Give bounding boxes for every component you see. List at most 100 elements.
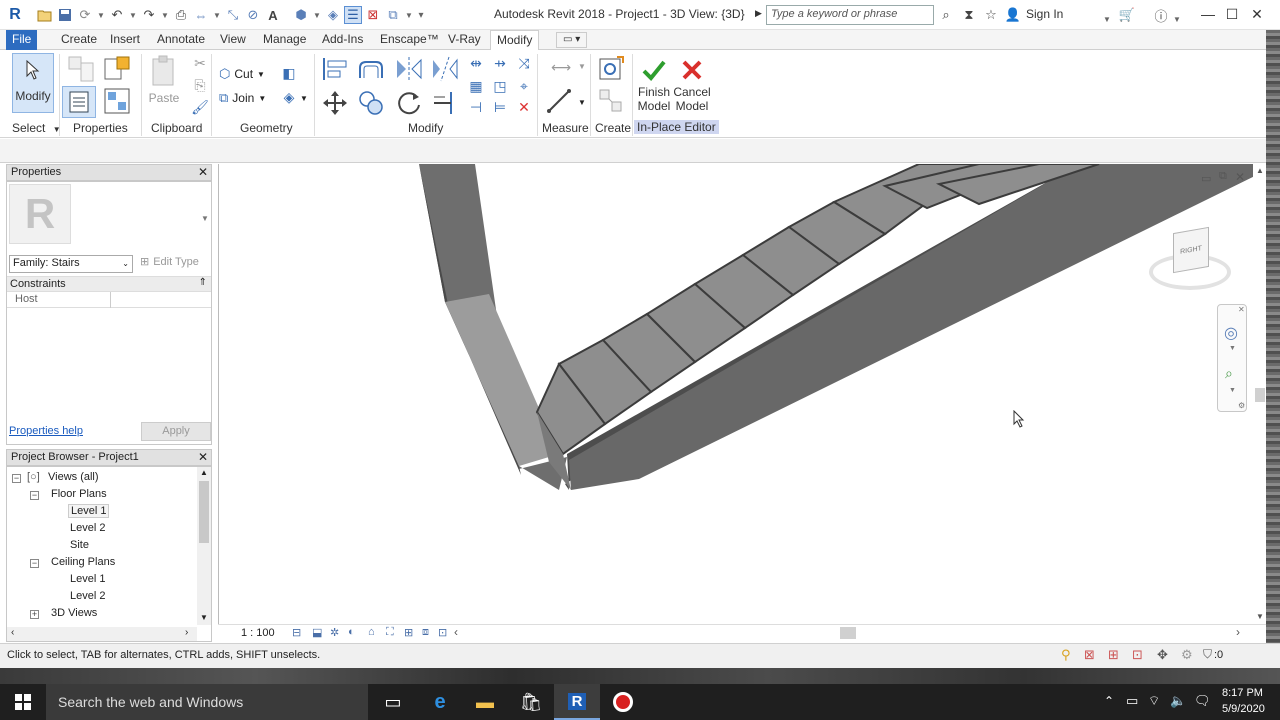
show-crop-icon[interactable]: ⊞ xyxy=(404,626,413,639)
view-minimize-icon[interactable]: ▭ xyxy=(1201,172,1211,185)
task-view-icon[interactable]: ▭ xyxy=(370,684,416,720)
close-icon[interactable]: ✕ xyxy=(198,165,208,179)
binoculars-icon[interactable]: ⌕ xyxy=(937,6,955,24)
tab-enscape[interactable]: Enscape™ xyxy=(374,30,445,50)
undo-icon[interactable]: ↶ xyxy=(108,6,126,24)
chevron-down-icon[interactable]: ▼ xyxy=(160,6,170,24)
file-explorer-icon[interactable]: ▬ xyxy=(462,684,508,720)
chevron-down-icon[interactable]: ▼ xyxy=(96,6,106,24)
copy-clipboard-icon[interactable]: ⎘ xyxy=(190,76,210,94)
tray-power-icon[interactable]: ▭ xyxy=(1126,693,1138,709)
chevron-down-icon[interactable]: ▼ xyxy=(1229,387,1236,394)
move-icon[interactable] xyxy=(320,88,350,118)
scroll-right-icon[interactable]: › xyxy=(185,627,188,638)
type-selector-preview[interactable]: R xyxy=(9,184,71,244)
tray-volume-icon[interactable]: 🔈 xyxy=(1170,693,1186,709)
dimension-icon[interactable]: ⤡ xyxy=(224,6,242,24)
scroll-down-icon[interactable]: ▼ xyxy=(200,613,208,622)
user-icon[interactable]: 👤 xyxy=(1004,6,1022,24)
cut-geometry-button[interactable]: ⬡ Cut ▼ xyxy=(219,66,265,82)
save-icon[interactable] xyxy=(56,6,74,24)
trim-multiple-icon[interactable]: ⊨ xyxy=(490,98,510,116)
properties-palette-icon[interactable] xyxy=(62,86,96,118)
chevron-down-icon[interactable]: ▼ xyxy=(212,6,222,24)
close-icon[interactable]: ✕ xyxy=(1238,305,1245,314)
tree-item-ceiling-level-2[interactable]: Level 2 xyxy=(70,590,105,602)
zoom-region-icon[interactable]: ⌕ xyxy=(1225,365,1233,382)
minimize-button[interactable]: — xyxy=(1196,4,1220,24)
help-icon[interactable]: ⓘ xyxy=(1152,6,1170,24)
temporary-hide-icon[interactable]: ⧈ xyxy=(422,626,429,639)
tab-modify[interactable]: Modify xyxy=(490,30,540,51)
join-geometry-button[interactable]: ⧉ Join ▼ xyxy=(219,90,266,106)
tray-chevron-up-icon[interactable]: ⌃ xyxy=(1104,694,1114,708)
text-icon[interactable]: A xyxy=(264,6,282,24)
tab-view[interactable]: View xyxy=(214,30,252,50)
reveal-hidden-icon[interactable]: ⊡ xyxy=(438,626,447,639)
3d-viewport[interactable]: ▭ ⧉ ✕ RIGHT ✕ ◎ ▼ ⌕ ▼ ⚙ ▲ ▼ xyxy=(218,164,1266,624)
select-pinned-icon[interactable]: ⊞ xyxy=(1108,647,1119,663)
chevron-down-icon[interactable]: ▼ xyxy=(1102,10,1112,28)
tree-item-floor-level-1[interactable]: Level 1 xyxy=(68,504,110,518)
edit-type-button[interactable]: ⊞ Edit Type xyxy=(140,255,199,269)
viewcube[interactable]: RIGHT xyxy=(1149,226,1231,294)
family-select[interactable]: Family: Stairs ⌄ xyxy=(9,255,133,273)
tray-network-icon[interactable]: ⌔ xyxy=(1148,693,1160,709)
demolish-icon[interactable]: ◈ xyxy=(279,88,299,106)
taskbar-search-box[interactable]: Search the web and Windows xyxy=(46,684,368,720)
family-types-icon[interactable] xyxy=(102,54,132,84)
thin-lines-icon[interactable]: ☰ xyxy=(344,6,362,24)
create-similar-icon[interactable] xyxy=(596,54,626,84)
windows-start-button[interactable] xyxy=(0,684,46,720)
tree-item-views-all[interactable]: Views (all) xyxy=(48,471,99,483)
scale-icon[interactable]: ◳ xyxy=(490,77,510,95)
viewcube-right-face[interactable]: RIGHT xyxy=(1173,226,1209,274)
cancel-model-button[interactable]: Cancel Model xyxy=(673,55,711,117)
chevron-down-icon[interactable]: ▼ xyxy=(312,6,322,24)
maximize-button[interactable]: ☐ xyxy=(1220,4,1244,24)
sign-in-link[interactable]: Sign In xyxy=(1026,7,1063,21)
tree-horizontal-scrollbar[interactable]: ‹ › xyxy=(7,627,197,641)
tree-item-ceiling-level-1[interactable]: Level 1 xyxy=(70,573,105,585)
aligned-dimension-icon[interactable] xyxy=(544,86,574,116)
offset-icon[interactable] xyxy=(356,54,386,84)
customize-qat-icon[interactable]: ▾ xyxy=(416,6,426,24)
tray-time[interactable]: 8:17 PM xyxy=(1222,687,1263,699)
tray-date[interactable]: 5/9/2020 xyxy=(1222,703,1265,715)
close-icon[interactable]: ✕ xyxy=(198,450,208,464)
view-close-icon[interactable]: ✕ xyxy=(1235,170,1245,184)
tree-item-floor-plans[interactable]: Floor Plans xyxy=(51,488,107,500)
ribbon-display-toggle[interactable]: ▭ ▾ xyxy=(556,32,588,48)
revit-app-icon[interactable]: R xyxy=(6,6,24,24)
section-icon[interactable]: ◈ xyxy=(324,6,342,24)
tag-icon[interactable]: ⊘ xyxy=(244,6,262,24)
revit-taskbar-icon[interactable]: R xyxy=(554,684,600,720)
collapse-toggle[interactable]: − xyxy=(30,559,39,568)
tree-item-floor-level-2[interactable]: Level 2 xyxy=(70,522,105,534)
drag-elements-icon[interactable]: ✥ xyxy=(1157,647,1168,663)
filter-icon[interactable]: ⛉ xyxy=(1203,647,1212,662)
cart-icon[interactable]: 🛒 xyxy=(1118,6,1136,24)
tab-create[interactable]: Create xyxy=(55,30,103,50)
array-icon[interactable]: ▦ xyxy=(466,77,486,95)
store-icon[interactable]: 🛍 xyxy=(508,684,554,720)
steering-wheel-icon[interactable]: ◎ xyxy=(1224,323,1238,343)
tab-insert[interactable]: Insert xyxy=(104,30,146,50)
modify-select-button[interactable]: Modify xyxy=(12,53,54,113)
match-properties-icon[interactable]: 🖌 xyxy=(190,98,210,116)
sun-path-icon[interactable]: ✲ xyxy=(330,626,339,639)
open-icon[interactable] xyxy=(36,6,54,24)
tab-manage[interactable]: Manage xyxy=(257,30,312,50)
scroll-up-icon[interactable]: ▲ xyxy=(1256,166,1264,175)
switch-windows-icon[interactable]: ⧉ xyxy=(384,6,402,24)
chevron-down-icon[interactable]: ▼ xyxy=(404,6,414,24)
pin-icon[interactable]: ⌖ xyxy=(514,77,534,95)
scrollbar-thumb[interactable] xyxy=(1255,388,1265,402)
nav-options-icon[interactable]: ⚙ xyxy=(1238,401,1245,410)
tree-vertical-scrollbar[interactable]: ▲ ▼ xyxy=(197,467,211,625)
visual-style-icon[interactable]: ⬓ xyxy=(312,626,322,639)
trim-single-icon[interactable]: ⊣ xyxy=(466,98,486,116)
delete-icon[interactable]: ✕ xyxy=(514,98,534,116)
trim-extend-icon[interactable] xyxy=(430,88,460,118)
cut-clipboard-icon[interactable]: ✂ xyxy=(190,54,210,72)
